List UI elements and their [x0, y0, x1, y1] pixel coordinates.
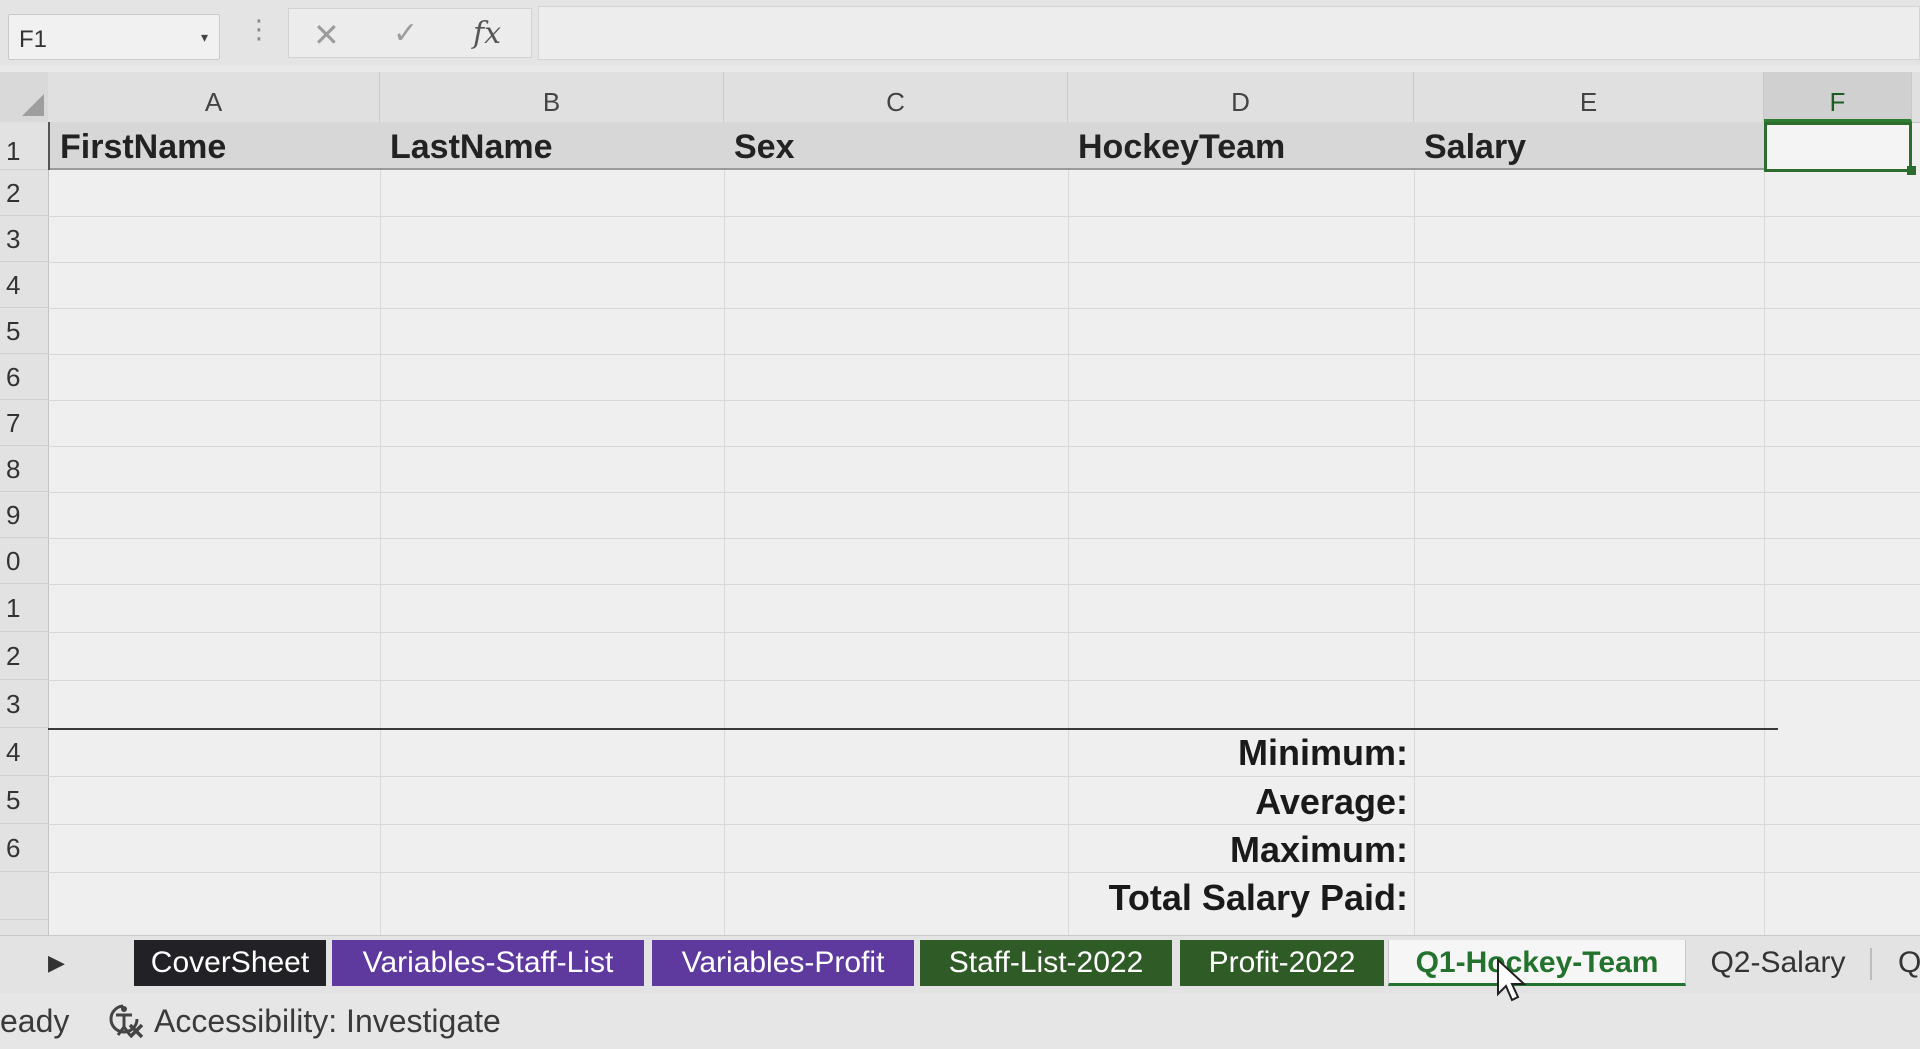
row-header[interactable]: 5 — [0, 776, 48, 824]
sheet-tab-q2-salary[interactable]: Q2-Salary — [1690, 940, 1866, 986]
status-ready-text: eady — [0, 1003, 70, 1039]
gridline — [48, 262, 1920, 263]
sheet-tab-coversheet[interactable]: CoverSheet — [134, 940, 326, 986]
select-all-triangle-icon — [22, 94, 44, 116]
sheet-tab-profit-2022[interactable]: Profit-2022 — [1180, 940, 1384, 986]
row-header[interactable]: 7 — [0, 400, 48, 446]
formula-input[interactable] — [538, 6, 1920, 60]
row-header[interactable] — [0, 872, 48, 920]
insert-function-icon[interactable]: fx — [473, 19, 501, 49]
gridline — [48, 680, 1920, 681]
mouse-pointer-icon — [1497, 958, 1527, 1002]
column-header-b[interactable]: B — [380, 72, 724, 122]
cell-d1[interactable]: HockeyTeam — [1068, 122, 1414, 170]
row-header[interactable]: 2 — [0, 632, 48, 680]
worksheet-grid[interactable]: A B C D E F 1 2 3 4 5 6 7 8 9 0 1 2 3 4 … — [0, 72, 1920, 935]
gridline — [48, 354, 1920, 355]
row-header[interactable]: 4 — [0, 728, 48, 776]
sheet-tab-variables-profit[interactable]: Variables-Profit — [652, 940, 914, 986]
formula-controls: ✕ ✓ fx — [288, 8, 532, 58]
chevron-down-icon[interactable]: ▾ — [201, 29, 208, 46]
cell-f1-selected[interactable] — [1764, 122, 1912, 172]
gridline — [48, 308, 1920, 309]
sheet-tab-bar: ▶ CoverSheet Variables-Staff-List Variab… — [0, 935, 1920, 994]
column-header-d[interactable]: D — [1068, 72, 1414, 122]
gridline — [48, 584, 1920, 585]
tab-separator — [1870, 948, 1872, 980]
row-header[interactable]: 3 — [0, 680, 48, 728]
cell-c1[interactable]: Sex — [724, 122, 1068, 170]
gridline — [48, 446, 1920, 447]
name-box-value: F1 — [19, 26, 48, 53]
gridline — [48, 872, 1920, 873]
column-header-f[interactable]: F — [1764, 72, 1912, 122]
summary-total-label: Total Salary Paid: — [1108, 877, 1408, 918]
table-bottom-border — [48, 728, 1778, 730]
formula-bar: F1 ▾ ⋮ ✕ ✓ fx — [0, 0, 1920, 66]
check-icon[interactable]: ✓ — [393, 19, 418, 49]
sheet-tab-q-truncated[interactable]: Q — [1880, 940, 1920, 986]
sheet-tab-variables-staff-list[interactable]: Variables-Staff-List — [332, 940, 644, 986]
column-header-e[interactable]: E — [1414, 72, 1764, 122]
select-all-button[interactable] — [0, 72, 48, 122]
column-header-a[interactable]: A — [48, 72, 380, 122]
row-header[interactable]: 3 — [0, 216, 48, 262]
row-header[interactable]: 5 — [0, 308, 48, 354]
accessibility-icon — [109, 1004, 144, 1039]
summary-average-label: Average: — [1255, 781, 1408, 822]
sheet-tab-q1-hockey-team[interactable]: Q1-Hockey-Team — [1388, 940, 1686, 986]
row-header[interactable]: 9 — [0, 492, 48, 538]
scroll-tabs-right-icon[interactable]: ▶ — [48, 950, 65, 976]
column-header-c[interactable]: C — [724, 72, 1068, 122]
summary-minimum-label: Minimum: — [1238, 732, 1408, 773]
summary-maximum-label: Maximum: — [1229, 829, 1408, 870]
gridline — [48, 216, 1920, 217]
column-headers: A B C D E F — [48, 72, 1920, 123]
more-options-icon[interactable]: ⋮ — [246, 16, 272, 42]
status-bar: eady Accessibility: Investigate — [0, 993, 1920, 1049]
gridline — [48, 400, 1920, 401]
close-icon[interactable]: ✕ — [313, 19, 340, 51]
gridline — [48, 492, 1920, 493]
row-header[interactable]: 8 — [0, 446, 48, 492]
row-header[interactable]: 4 — [0, 262, 48, 308]
fill-handle[interactable] — [1907, 166, 1916, 175]
row-header[interactable]: 6 — [0, 824, 48, 872]
name-box[interactable]: F1 ▾ — [8, 14, 220, 60]
cell-e1[interactable]: Salary — [1414, 122, 1764, 170]
cell-a1[interactable]: FirstName — [48, 122, 380, 170]
row-header[interactable]: 1 — [0, 122, 48, 170]
gridline — [48, 538, 1920, 539]
row-header[interactable]: 6 — [0, 354, 48, 400]
row-header[interactable]: 2 — [0, 170, 48, 216]
gridline — [48, 632, 1920, 633]
cell-b1[interactable]: LastName — [380, 122, 724, 170]
gridline — [1764, 122, 1765, 935]
gridline — [1414, 122, 1415, 935]
row-header[interactable]: 1 — [0, 584, 48, 632]
accessibility-status-text: Accessibility: Investigate — [154, 1003, 501, 1039]
gridline — [48, 824, 1920, 825]
row-headers: 1 2 3 4 5 6 7 8 9 0 1 2 3 4 5 6 — [0, 122, 49, 935]
row-header[interactable]: 0 — [0, 538, 48, 584]
sheet-tab-staff-list-2022[interactable]: Staff-List-2022 — [920, 940, 1172, 986]
cells[interactable]: FirstName LastName Sex HockeyTeam Salary… — [48, 122, 1920, 935]
gridline — [48, 776, 1920, 777]
